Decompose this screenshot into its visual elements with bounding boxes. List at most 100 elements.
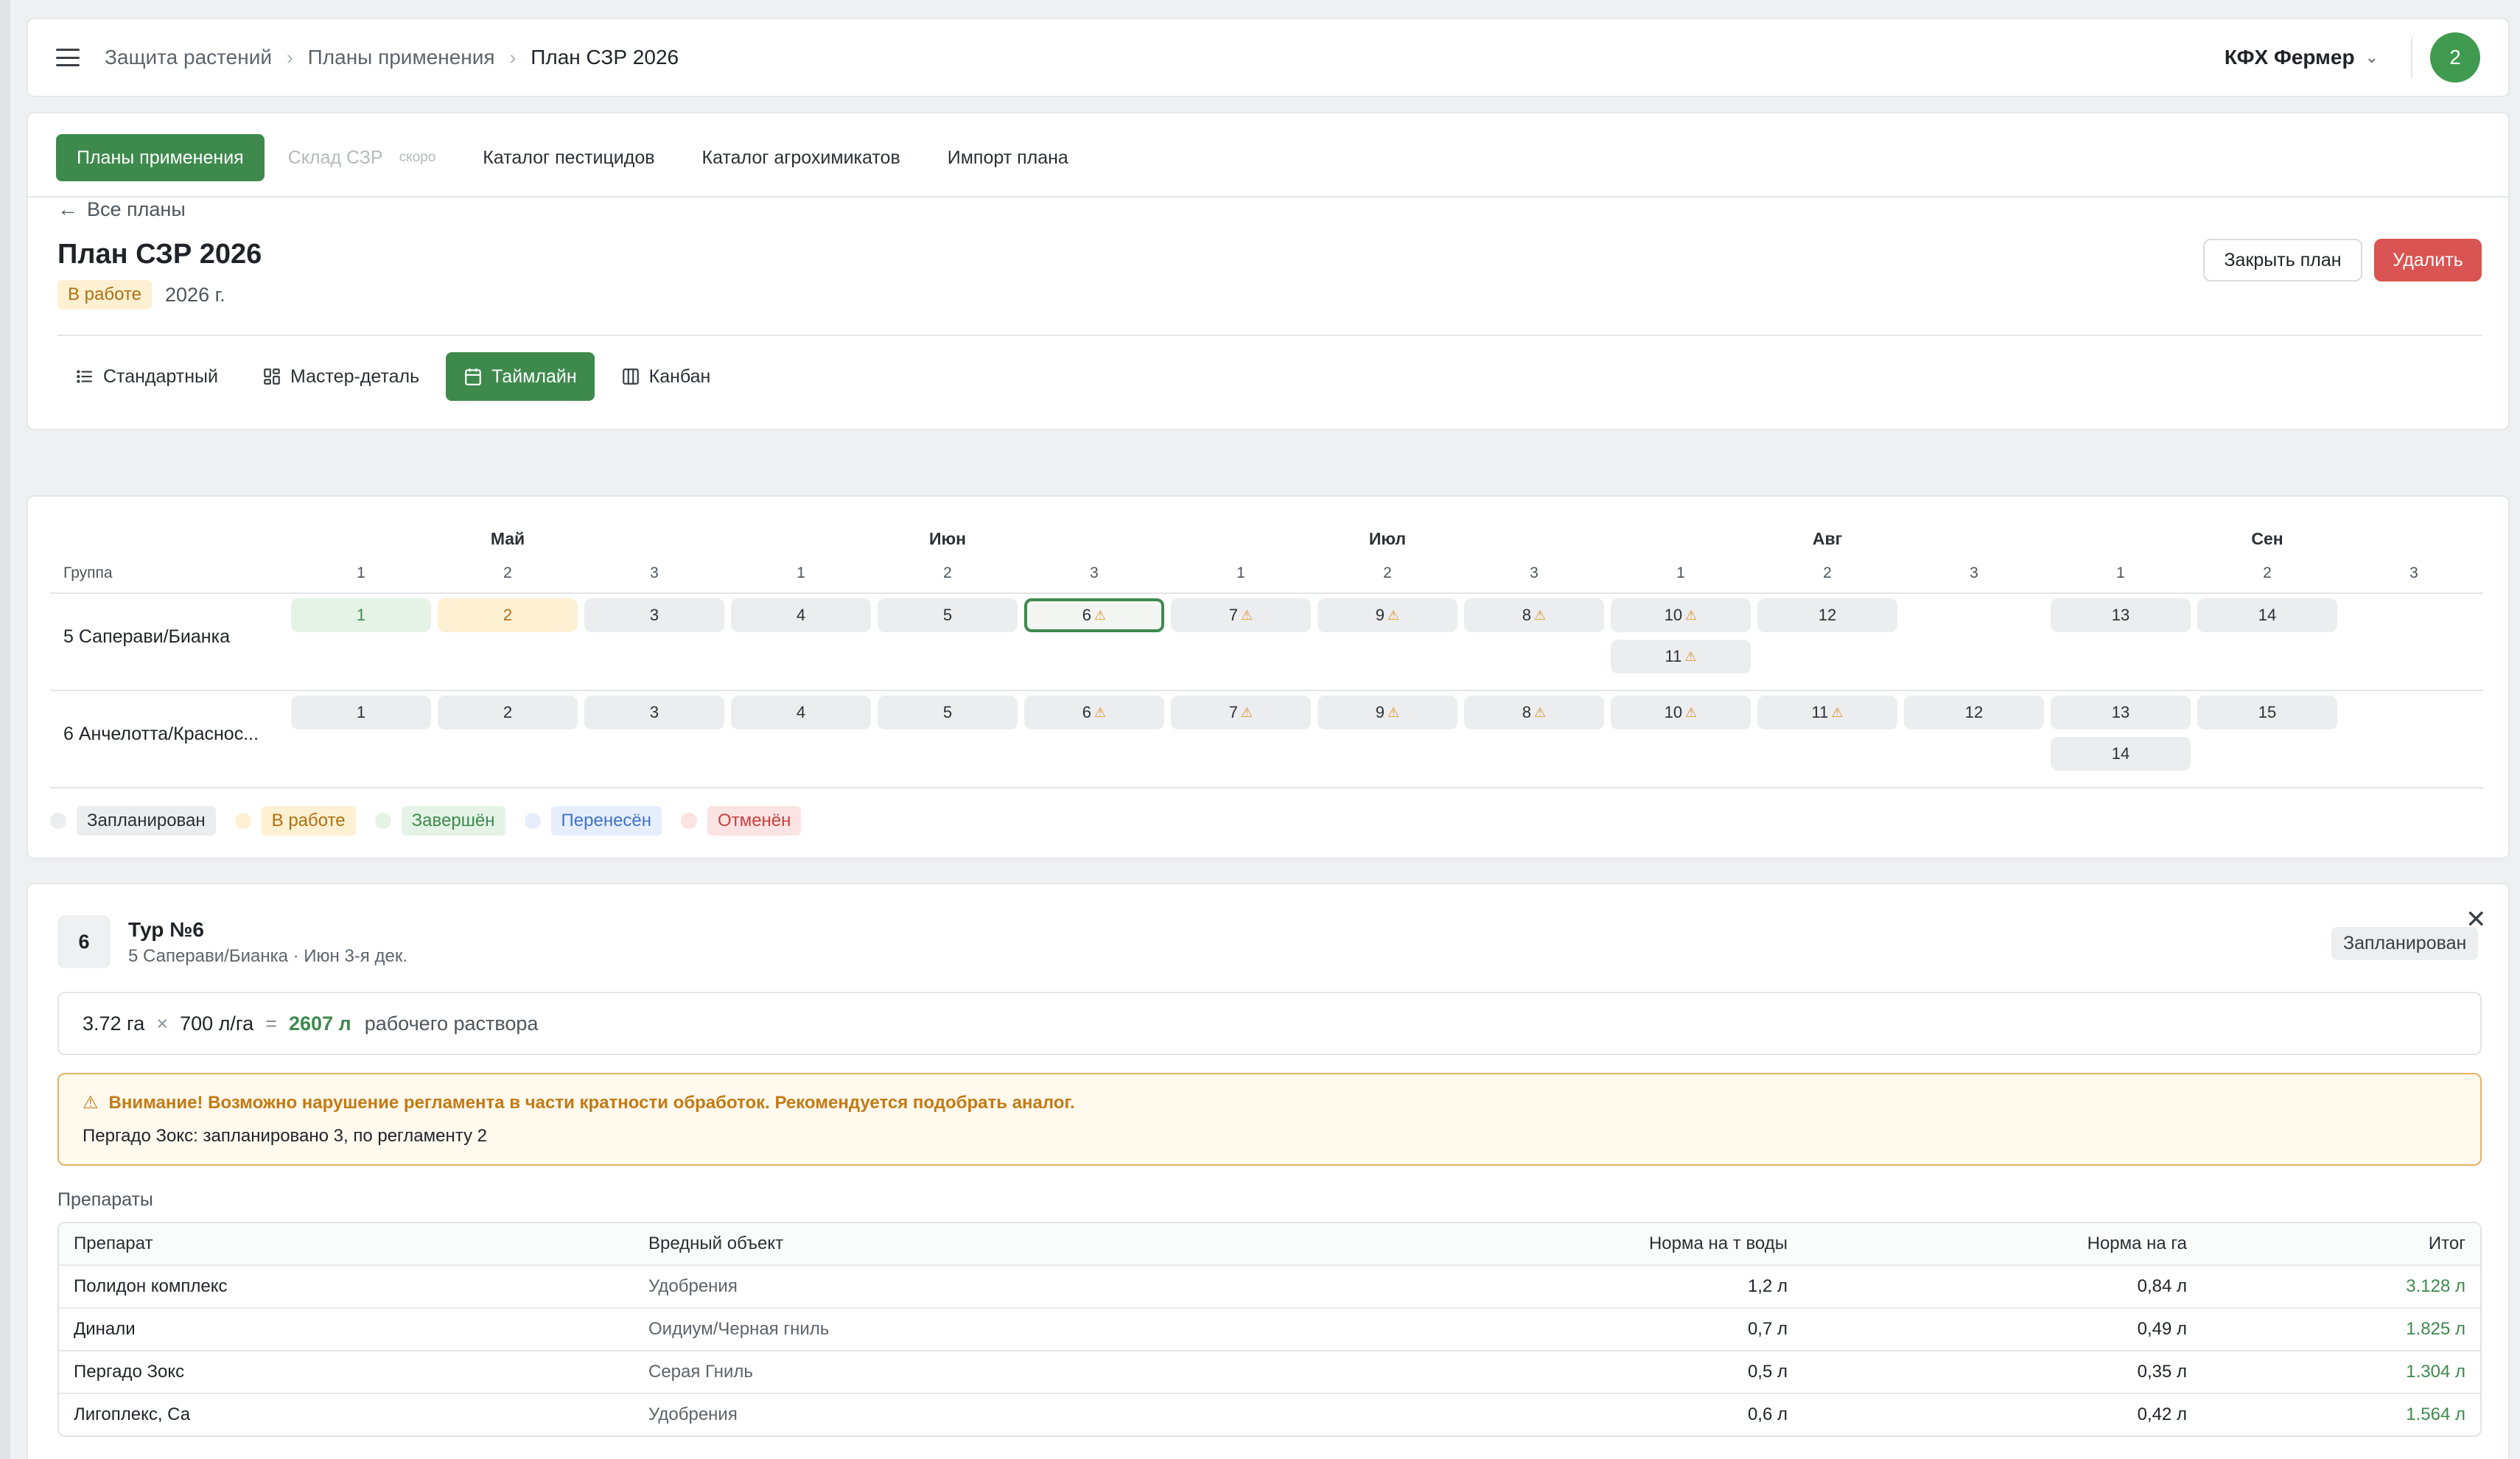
tab-application-plans[interactable]: Планы применения bbox=[56, 134, 265, 181]
decade-header: 2 bbox=[943, 564, 952, 581]
warning-icon: ⚠ bbox=[1534, 607, 1547, 623]
tour-chip[interactable]: 3 bbox=[584, 598, 724, 632]
products-table: Препарат Вредный объект Норма на т воды Нор… bbox=[57, 1222, 2482, 1437]
tour-chip-number: 11 bbox=[1811, 703, 1829, 721]
decade-header: 3 bbox=[1090, 564, 1099, 581]
chevron-down-icon[interactable]: ⌄ bbox=[2365, 48, 2379, 67]
table-row: Лигоплекс, Са Удобрения 0,6 л 0,42 л 1.564 л bbox=[59, 1394, 2480, 1435]
row-divider bbox=[50, 690, 2483, 691]
table-row: Полидон комплекс Удобрения 1,2 л 0,84 л 3.12… bbox=[59, 1266, 2480, 1309]
tour-chip[interactable]: 13 bbox=[2051, 696, 2191, 730]
view-master-detail[interactable]: Мастер-деталь bbox=[245, 352, 437, 401]
tour-chip-number: 6 bbox=[1082, 606, 1092, 624]
solution-calculation: 3.72 га × 700 л/га = 2607 л рабочего рас… bbox=[57, 992, 2482, 1055]
tour-chip-number: 7 bbox=[1228, 703, 1239, 721]
tour-chip[interactable]: 8 ⚠ bbox=[1464, 598, 1604, 632]
row-divider bbox=[50, 592, 2483, 594]
close-plan-button[interactable]: Закрыть план bbox=[2203, 239, 2362, 281]
app-header: Защита растений › Планы применения › Пла… bbox=[27, 18, 2510, 97]
warning-icon: ⚠ bbox=[1387, 607, 1400, 623]
calc-rate: 700 л/га bbox=[180, 1012, 254, 1035]
equals-sign: = bbox=[265, 1012, 277, 1035]
tour-chip[interactable]: 5 bbox=[878, 696, 1018, 730]
warning-text: запланировано 3, по регламенту 2 bbox=[203, 1126, 488, 1146]
tour-chip[interactable]: 4 bbox=[731, 696, 871, 730]
view-timeline[interactable]: Таймлайн bbox=[446, 352, 595, 401]
tour-chip-number: 13 bbox=[2111, 703, 2130, 721]
tour-chip[interactable]: 9 ⚠ bbox=[1317, 598, 1457, 632]
cell-product: Динали bbox=[74, 1319, 136, 1339]
tour-chip[interactable]: 5 bbox=[878, 598, 1018, 632]
calc-area: 3.72 га bbox=[83, 1012, 145, 1035]
list-icon bbox=[77, 370, 92, 383]
tour-chip-number: 10 bbox=[1664, 606, 1683, 624]
row-divider bbox=[50, 787, 2483, 788]
tab-agrochemical-catalog[interactable]: Каталог агрохимикатов bbox=[679, 134, 924, 181]
tour-chip[interactable]: 14 bbox=[2051, 737, 2191, 771]
warning-icon: ⚠ bbox=[1094, 704, 1107, 720]
divider bbox=[2411, 37, 2412, 78]
section-nav: Планы применения Склад СЗР скоро Каталог… bbox=[56, 134, 1092, 181]
tour-chip[interactable]: 12 bbox=[1904, 696, 2044, 730]
view-standard[interactable]: Стандартный bbox=[57, 352, 236, 401]
table-row: Динали Оидиум/Черная гниль 0,7 л 0,49 л 1.82… bbox=[59, 1309, 2480, 1351]
products-section-title: Препараты bbox=[57, 1189, 153, 1210]
tour-chip[interactable]: 6 ⚠ bbox=[1024, 696, 1164, 730]
avatar[interactable]: 2 bbox=[2430, 32, 2480, 83]
tour-chip[interactable]: 2 bbox=[438, 598, 578, 632]
tour-chip[interactable]: 3 bbox=[584, 696, 724, 730]
cell-total: 1.304 л bbox=[2406, 1362, 2465, 1382]
tour-chip[interactable]: 6 ⚠ bbox=[1024, 598, 1164, 632]
tab-warehouse-label: Склад СЗР bbox=[287, 147, 383, 168]
breadcrumb-plant-protection[interactable]: Защита растений bbox=[105, 46, 272, 69]
breadcrumb-application-plans[interactable]: Планы применения bbox=[308, 46, 495, 69]
cell-rate-per-ha: 0,42 л bbox=[2137, 1404, 2187, 1424]
tour-chip[interactable]: 10 ⚠ bbox=[1611, 696, 1751, 730]
tour-chip-number: 12 bbox=[1964, 703, 1984, 721]
tour-chip[interactable]: 7 ⚠ bbox=[1171, 598, 1311, 632]
chevron-right-icon: › bbox=[509, 46, 517, 69]
cell-total: 1.825 л bbox=[2406, 1319, 2465, 1339]
decade-header: 1 bbox=[1676, 564, 1685, 581]
tour-chip-number: 10 bbox=[1664, 703, 1683, 721]
tour-chip[interactable]: 9 ⚠ bbox=[1317, 696, 1457, 730]
decade-header: 1 bbox=[2116, 564, 2125, 581]
legend-dot bbox=[50, 813, 66, 829]
hamburger-menu-icon[interactable] bbox=[56, 49, 80, 66]
tour-detail-card: 6 Тур №6 5 Саперави/Бианка · Июн 3-я дек… bbox=[27, 883, 2510, 1459]
tour-chip[interactable]: 8 ⚠ bbox=[1464, 696, 1604, 730]
page-title: План СЗР 2026 bbox=[57, 239, 262, 270]
tour-chip[interactable]: 2 bbox=[438, 696, 578, 730]
month-header: Май bbox=[490, 529, 525, 548]
back-to-all-plans-link[interactable]: ← Все планы bbox=[57, 197, 186, 221]
delete-button[interactable]: Удалить bbox=[2374, 239, 2482, 281]
tour-chip[interactable]: 11 ⚠ bbox=[1611, 640, 1751, 673]
tour-chip[interactable]: 11 ⚠ bbox=[1757, 696, 1897, 730]
org-switcher[interactable]: КФХ Фермер bbox=[2225, 46, 2355, 69]
tour-chip[interactable]: 13 bbox=[2051, 598, 2191, 632]
column-header-pest: Вредный объект bbox=[648, 1234, 784, 1253]
view-kanban[interactable]: Канбан bbox=[603, 352, 729, 401]
status-badge: В работе bbox=[57, 280, 153, 309]
warning-icon: ⚠ bbox=[1241, 607, 1253, 623]
tour-chip[interactable]: 15 bbox=[2197, 696, 2337, 730]
legend-item: Отменён bbox=[681, 806, 802, 836]
tab-import-plan[interactable]: Импорт плана bbox=[924, 134, 1092, 181]
tour-chip[interactable]: 12 bbox=[1757, 598, 1897, 632]
view-master-detail-label: Мастер-деталь bbox=[290, 365, 420, 387]
column-header-product: Препарат bbox=[74, 1234, 153, 1253]
tour-chip[interactable]: 1 bbox=[291, 598, 431, 632]
decade-header: 3 bbox=[2409, 564, 2418, 581]
decade-header: 1 bbox=[1236, 564, 1245, 581]
back-link-label: Все планы bbox=[87, 197, 186, 220]
tour-chip-number: 2 bbox=[503, 606, 513, 624]
warning-icon: ⚠ bbox=[1831, 704, 1844, 720]
tour-chip[interactable]: 7 ⚠ bbox=[1171, 696, 1311, 730]
tab-pesticide-catalog[interactable]: Каталог пестицидов bbox=[459, 134, 678, 181]
decade-header: 2 bbox=[1383, 564, 1392, 581]
tour-chip[interactable]: 4 bbox=[731, 598, 871, 632]
view-standard-label: Стандартный bbox=[103, 365, 218, 387]
tour-chip[interactable]: 14 bbox=[2197, 598, 2337, 632]
tour-chip[interactable]: 1 bbox=[291, 696, 431, 730]
tour-chip[interactable]: 10 ⚠ bbox=[1611, 598, 1751, 632]
